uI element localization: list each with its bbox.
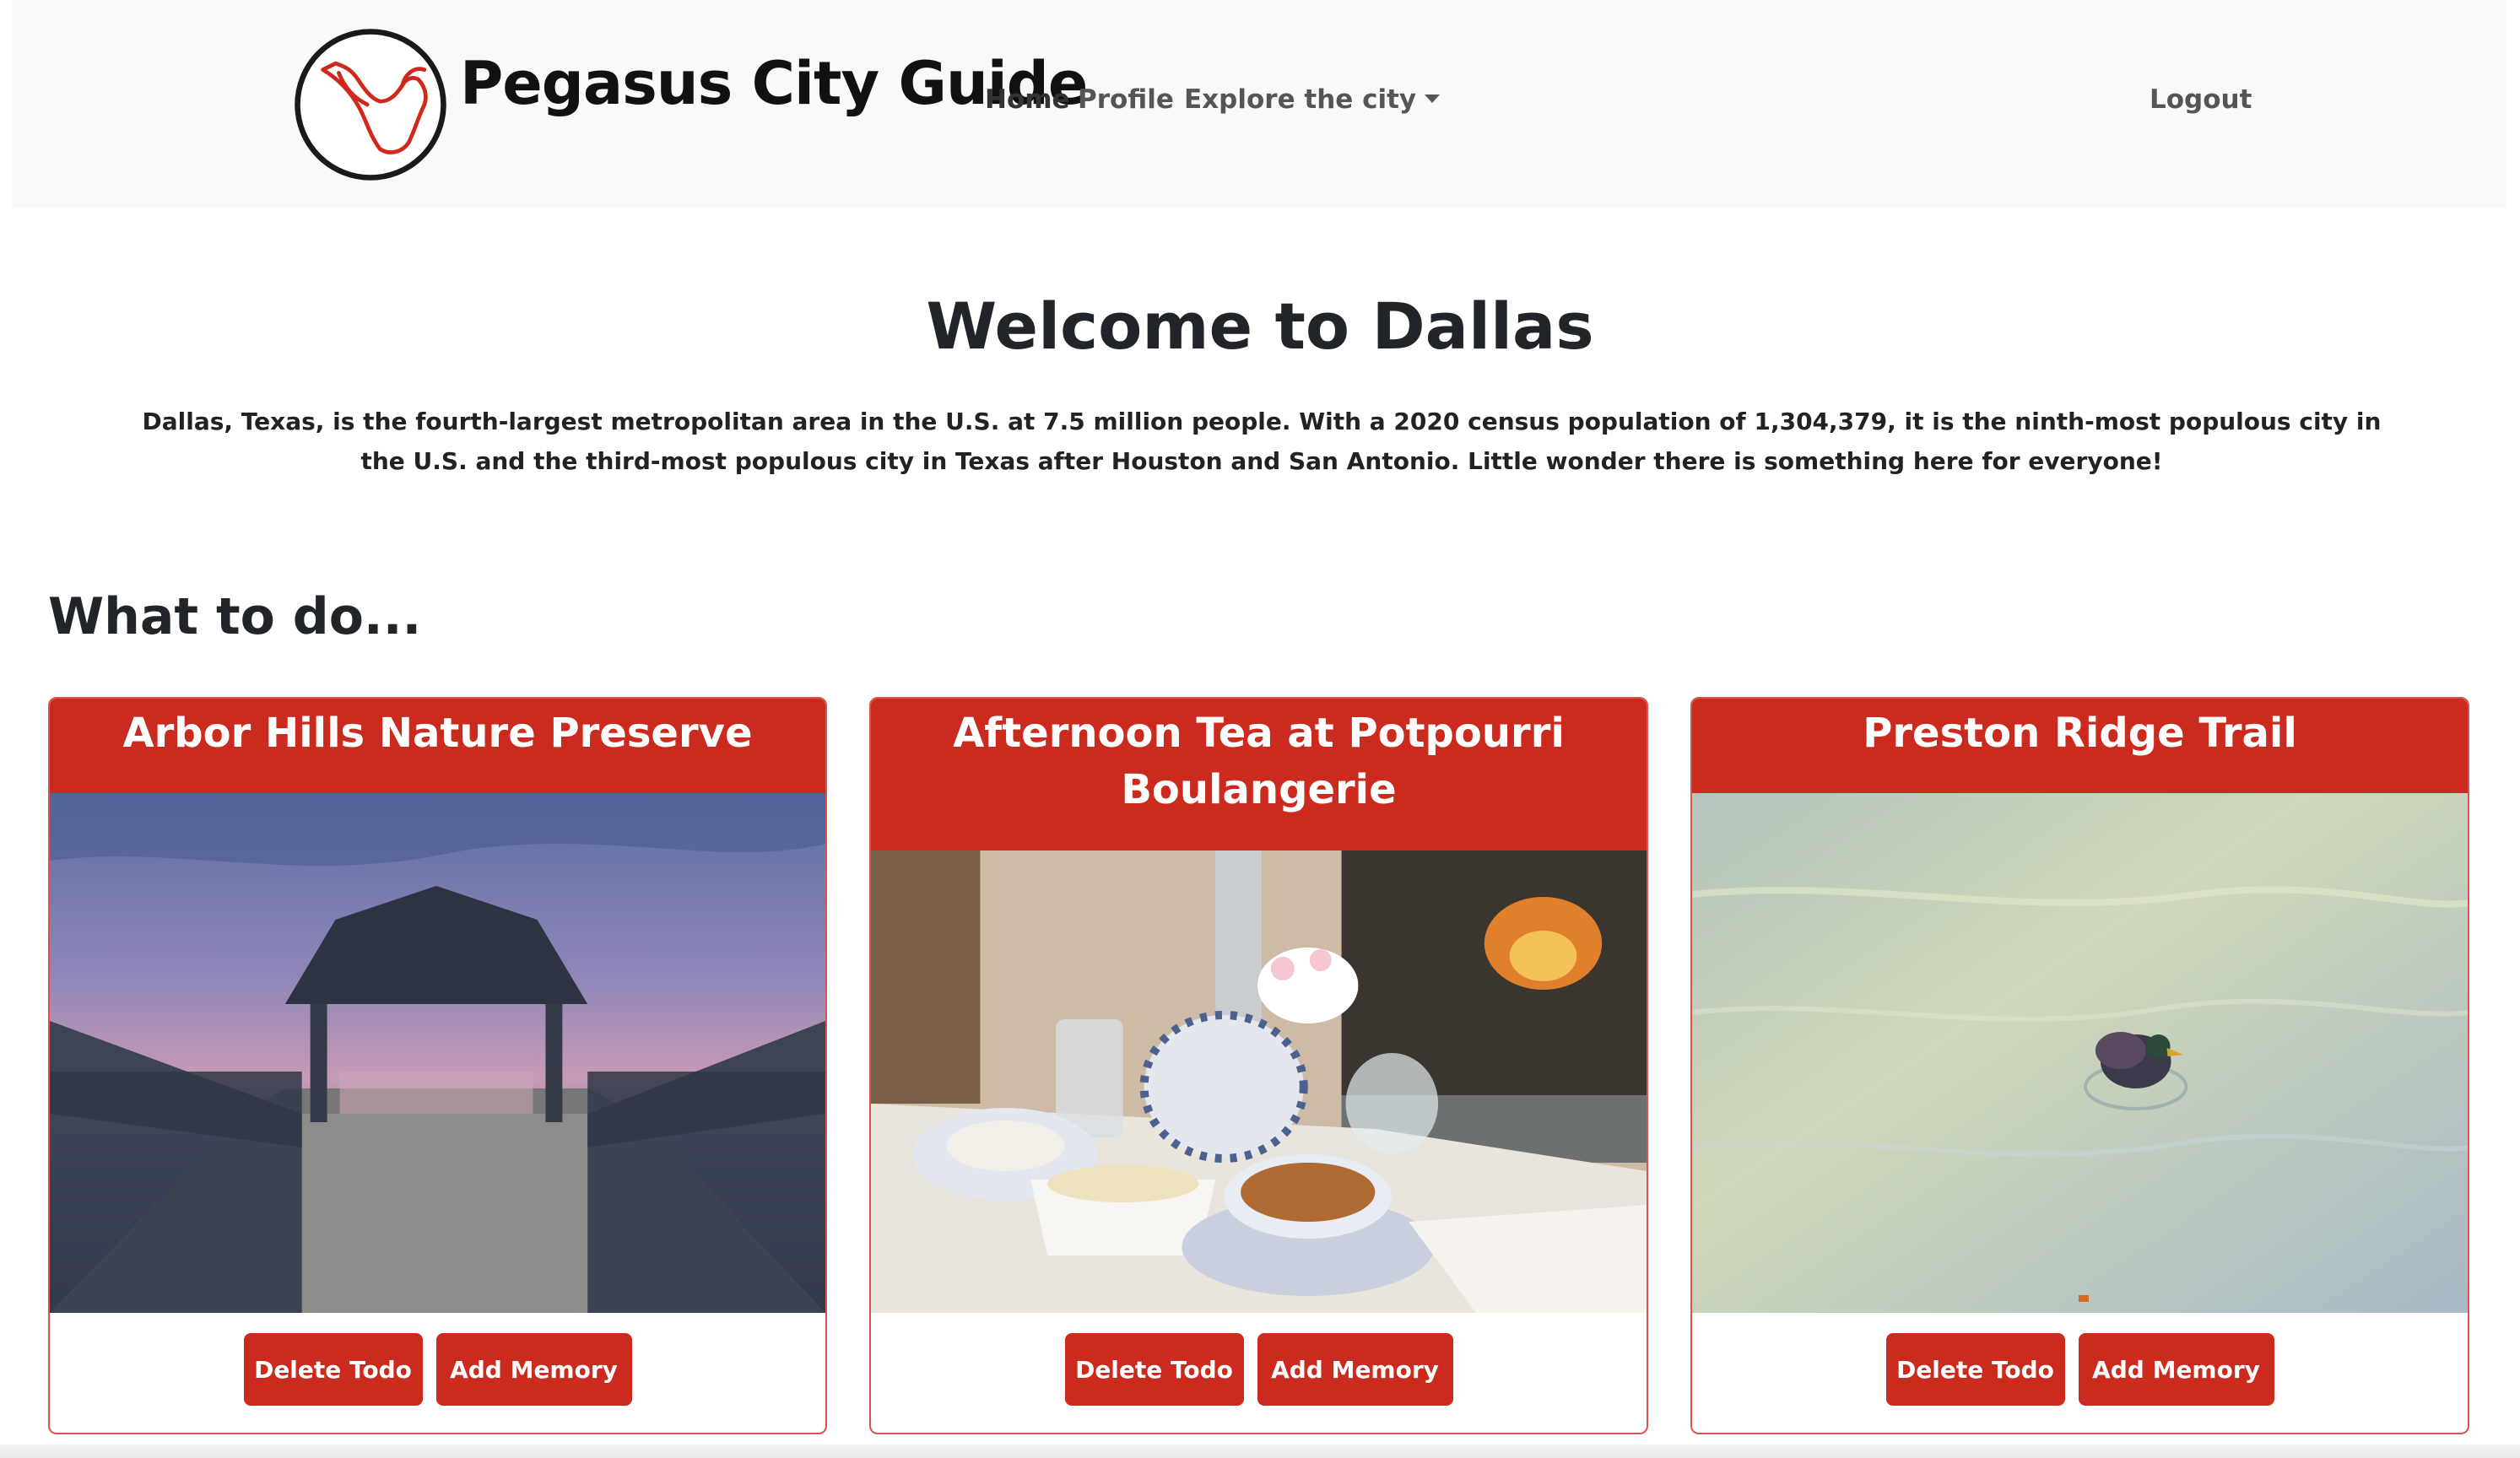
chevron-down-icon [1425,94,1441,103]
card-actions: Delete Todo Add Memory [871,1333,1647,1406]
navbar: Pegasus City Guide Home Profile Explore … [13,0,2506,208]
delete-todo-button[interactable]: Delete Todo [243,1333,423,1406]
todo-card: Arbor Hills Nature Preserve Delete Todo … [48,697,827,1434]
add-memory-button[interactable]: Add Memory [1257,1333,1453,1406]
todo-card: Afternoon Tea at Potpourri Boulangerie D… [869,697,1648,1434]
card-title: Preston Ridge Trail [1692,699,2468,793]
delete-todo-button[interactable]: Delete Todo [1885,1333,2065,1406]
nav-explore-dropdown[interactable]: Explore the city [1184,84,1441,115]
card-actions: Delete Todo Add Memory [50,1333,825,1406]
nav-home-link[interactable]: Home [985,84,1070,115]
card-actions: Delete Todo Add Memory [1692,1333,2468,1406]
pavilion-boardwalk-sunset-photo [50,793,825,1313]
page-bottom-edge [0,1444,2520,1458]
card-title: Afternoon Tea at Potpourri Boulangerie [871,699,1647,850]
nav-profile-link[interactable]: Profile [1078,84,1174,115]
city-description: Dallas, Texas, is the fourth-largest met… [142,408,2382,475]
add-memory-button[interactable]: Add Memory [2078,1333,2274,1406]
page-title: Welcome to Dallas [926,289,1594,364]
logout-link[interactable]: Logout [2150,84,2252,115]
section-title: What to do... [48,587,422,646]
add-memory-button[interactable]: Add Memory [435,1333,632,1406]
duck-in-water-photo [1692,793,2468,1313]
nav-explore-label: Explore the city [1184,84,1417,115]
todo-card: Preston Ridge Trail Delete Todo Add Memo… [1690,697,2469,1434]
pegasus-logo-icon[interactable] [291,25,450,184]
card-title: Arbor Hills Nature Preserve [50,699,825,793]
delete-todo-button[interactable]: Delete Todo [1064,1333,1244,1406]
tea-service-table-photo [871,850,1647,1313]
